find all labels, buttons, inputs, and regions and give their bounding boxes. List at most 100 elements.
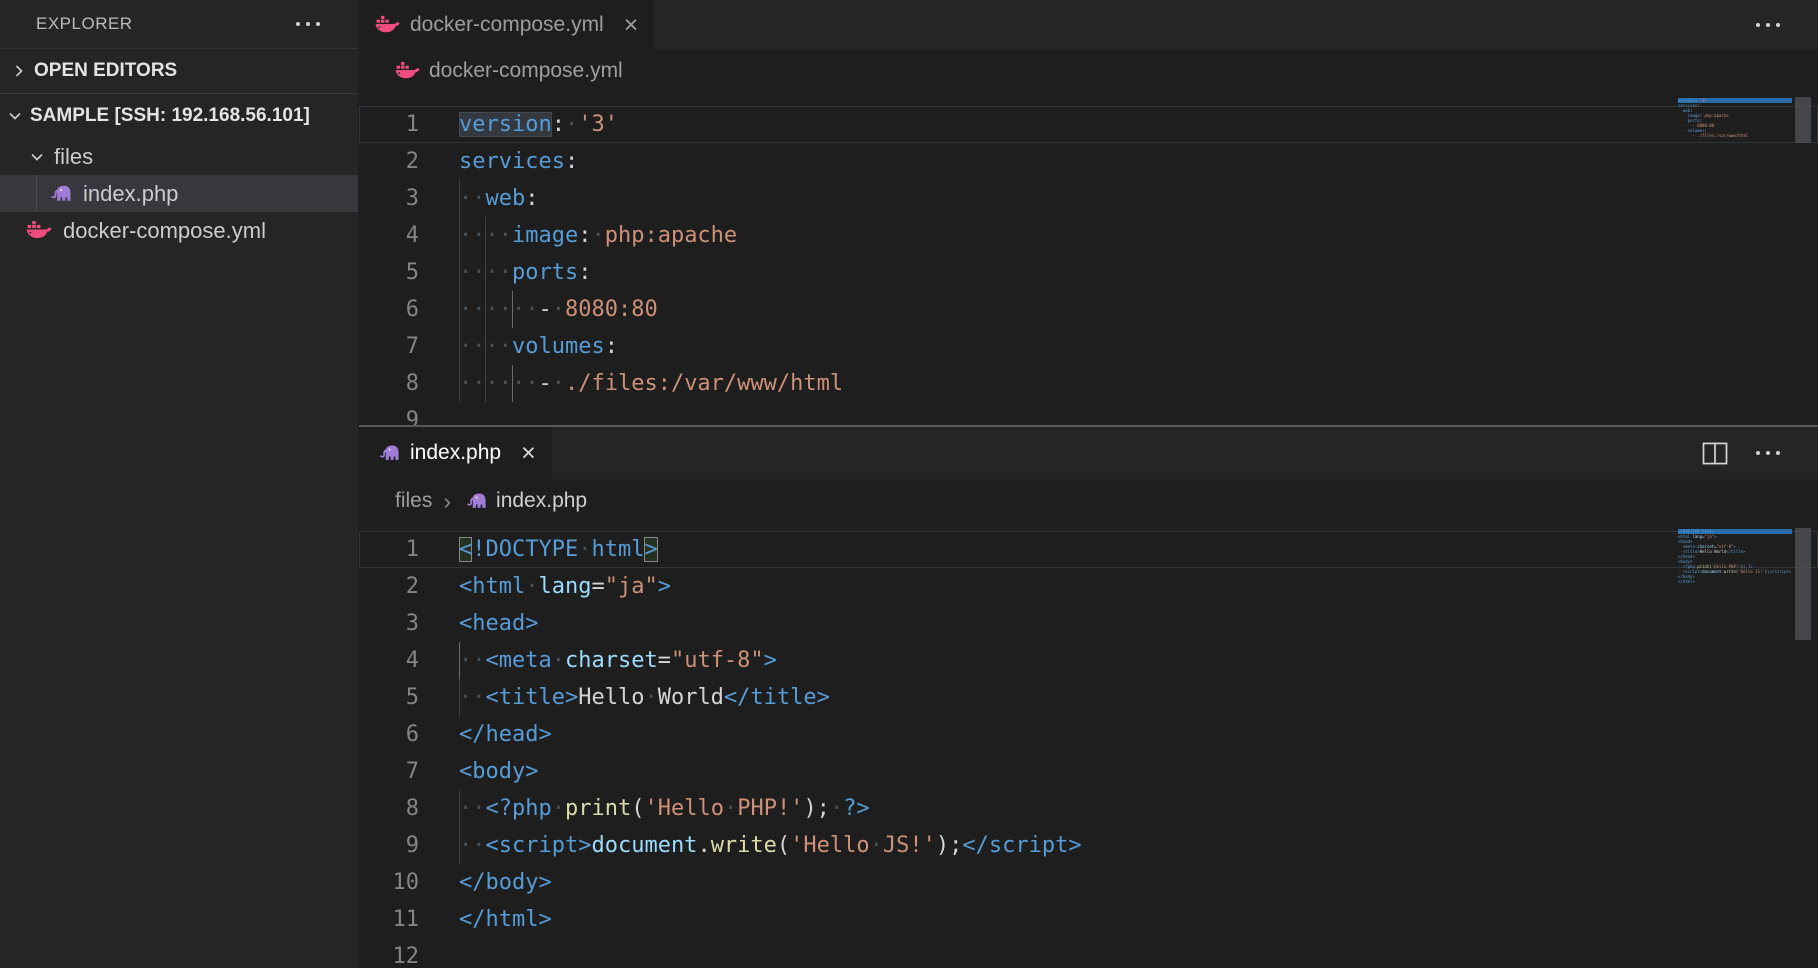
close-icon[interactable]: × — [624, 13, 639, 38]
indent-guide — [485, 365, 486, 402]
indent-guide — [485, 291, 486, 328]
code-token: ·· — [459, 833, 486, 858]
open-editors-label: OPEN EDITORS — [34, 60, 177, 82]
code-line[interactable]: 3<head> — [359, 605, 1818, 642]
code-token: <title> — [486, 685, 579, 710]
indent-guide — [459, 642, 460, 679]
code-token: <head> — [459, 611, 538, 636]
line-number: 11 — [359, 901, 459, 938]
code-token: PHP!' — [737, 796, 803, 821]
minimap-line — [1678, 138, 1792, 143]
code-token: "utf-8" — [671, 648, 764, 673]
code-token: · — [830, 796, 843, 821]
minimap[interactable]: version:·'3'services:··web:····image:·ph… — [1678, 98, 1792, 143]
code-token: </script> — [1770, 569, 1792, 574]
tab-docker-compose-yml[interactable]: docker-compose.yml × — [359, 0, 654, 50]
split-editor-icon[interactable] — [1702, 442, 1728, 465]
code-line[interactable]: 6</head> — [359, 716, 1818, 753]
breadcrumb-separator: › — [441, 488, 453, 515]
code-line[interactable]: 7····volumes: — [359, 328, 1818, 365]
code-line[interactable]: 4····image:·php:apache — [359, 217, 1818, 254]
explorer-title: EXPLORER — [36, 14, 133, 34]
docker-icon — [26, 220, 52, 241]
code-token: print — [565, 796, 631, 821]
tree-item-files[interactable]: files — [0, 138, 358, 175]
indent-guide — [459, 291, 460, 328]
editor-group-top: docker-compose.yml × docker-compose.yml … — [359, 0, 1818, 425]
code-token: : — [605, 334, 618, 359]
breadcrumb-item[interactable]: files — [395, 489, 432, 513]
scrollbar-slider[interactable] — [1795, 97, 1811, 143]
code-line[interactable]: 12 — [359, 938, 1818, 968]
code-token: document — [1702, 569, 1721, 574]
open-editors-section[interactable]: OPEN EDITORS — [0, 48, 358, 94]
code-line[interactable]: 9 — [359, 402, 1818, 425]
line-number: 6 — [359, 291, 459, 328]
code-line[interactable]: 2services: — [359, 143, 1818, 180]
line-number: 5 — [359, 254, 459, 291]
code-line[interactable]: 10</body> — [359, 864, 1818, 901]
code-line[interactable]: 6······-·8080:80 — [359, 291, 1818, 328]
code-token: · — [552, 297, 565, 322]
chevron-down-icon — [6, 107, 24, 125]
code-line[interactable]: 1version:·'3' — [359, 106, 1818, 143]
code-token: . — [697, 833, 710, 858]
indent-guide — [459, 180, 460, 217]
code-token: · — [525, 574, 538, 599]
code-line[interactable]: 4··<meta·charset="utf-8"> — [359, 642, 1818, 679]
breadcrumb: files › index.php — [359, 479, 1818, 523]
file-tree: filesindex.phpdocker-compose.yml — [0, 138, 358, 249]
line-number: 4 — [359, 642, 459, 679]
code-token: < — [459, 537, 472, 562]
code-line[interactable]: 5··<title>Hello·World</title> — [359, 679, 1818, 716]
line-number: 9 — [359, 402, 459, 425]
code-token: 'Hello — [790, 833, 869, 858]
code-line[interactable]: 8··<?php·print('Hello·PHP!');·?> — [359, 790, 1818, 827]
line-number: 2 — [359, 143, 459, 180]
chevron-down-icon — [28, 148, 46, 166]
code-line[interactable]: 2<html·lang="ja"> — [359, 568, 1818, 605]
code-token: JS!' — [883, 833, 936, 858]
editor-group-bottom: index.php × files›index.php 1<!DOCTYPE·h… — [359, 427, 1818, 968]
scrollbar — [1792, 523, 1818, 968]
code-token: lang — [1692, 534, 1702, 539]
explorer-more-icon[interactable] — [296, 22, 320, 26]
code-line[interactable]: 3··web: — [359, 180, 1818, 217]
more-actions-icon[interactable] — [1756, 23, 1780, 27]
scrollbar-slider[interactable] — [1795, 528, 1811, 640]
line-number: 7 — [359, 328, 459, 365]
code-line[interactable]: 11</html> — [359, 901, 1818, 938]
tree-item-docker-compose-yml[interactable]: docker-compose.yml — [0, 212, 358, 249]
tree-item-index-php[interactable]: index.php — [0, 175, 358, 212]
code-token: : — [552, 112, 565, 137]
project-section[interactable]: SAMPLE [SSH: 192.168.56.101] — [0, 94, 358, 138]
breadcrumb-item[interactable]: docker-compose.yml — [429, 59, 623, 83]
minimap[interactable]: <!DOCTYPE·html><html·lang="ja"><head>··<… — [1678, 529, 1792, 589]
code-token: web — [486, 186, 526, 211]
indent-guide — [459, 217, 460, 254]
code-line[interactable]: 5····ports: — [359, 254, 1818, 291]
code-token: · — [552, 648, 565, 673]
code-token: > — [764, 648, 777, 673]
code-line[interactable]: 8······-·./files:/var/www/html — [359, 365, 1818, 402]
code-token: <meta — [486, 648, 552, 673]
code-token: php:apache — [605, 223, 737, 248]
line-number: 8 — [359, 790, 459, 827]
tab-index-php[interactable]: index.php × — [359, 427, 552, 479]
close-icon[interactable]: × — [521, 441, 536, 466]
tabbar-bottom: index.php × — [359, 427, 1818, 479]
code-line[interactable]: 7<body> — [359, 753, 1818, 790]
more-actions-icon[interactable] — [1756, 451, 1780, 455]
code-token: : — [525, 186, 538, 211]
line-number: 4 — [359, 217, 459, 254]
indent-guide — [485, 217, 486, 254]
code-token: charset — [565, 648, 658, 673]
line-number: 1 — [359, 531, 459, 568]
code-line[interactable]: 9··<script>document.write('Hello·JS!');<… — [359, 827, 1818, 864]
project-label: SAMPLE [SSH: 192.168.56.101] — [30, 105, 310, 127]
code-line[interactable]: 1<!DOCTYPE·html> — [359, 531, 1818, 568]
code-token: </html> — [1678, 579, 1695, 584]
code-token: <?php — [486, 796, 552, 821]
code-token: ); — [803, 796, 830, 821]
breadcrumb-item[interactable]: index.php — [496, 489, 587, 513]
